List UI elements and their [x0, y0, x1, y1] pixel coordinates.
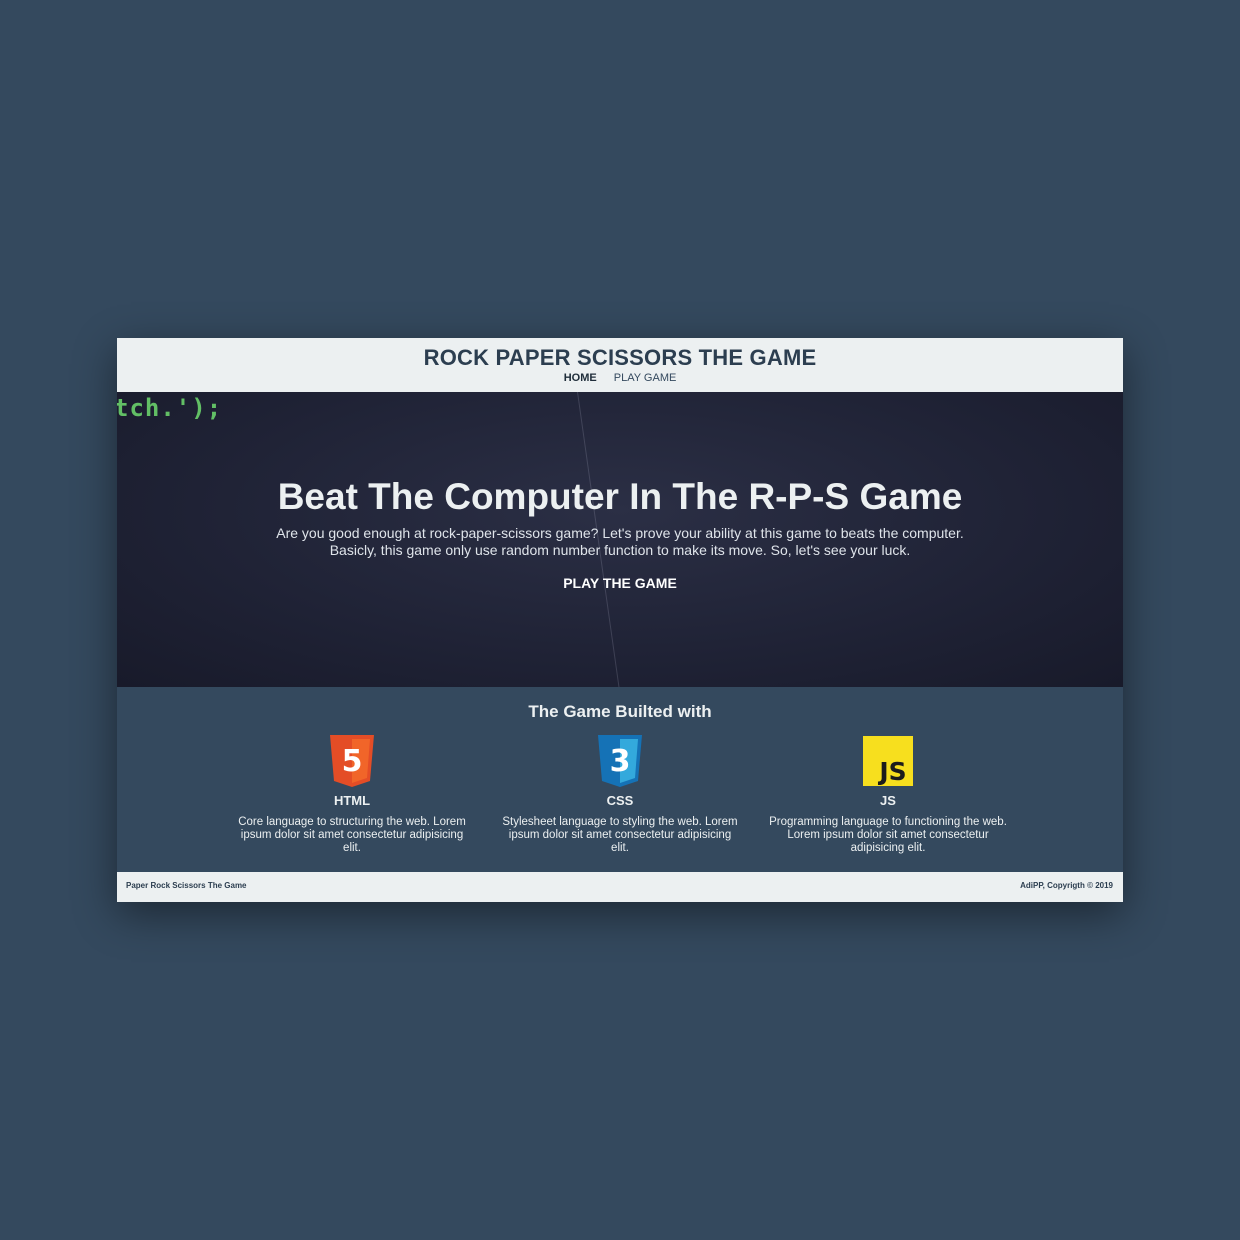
hero-cta-wrap: PLAY THE GAME [117, 575, 1123, 593]
tech-name: HTML [333, 793, 371, 808]
tech-name: JS [880, 793, 896, 808]
tech-name: CSS [606, 793, 634, 808]
site-footer: Paper Rock Scissors The Game AdiPP, Copy… [117, 872, 1123, 902]
website-frame: ROCK PAPER SCISSORS THE GAME HOME PLAY G… [117, 338, 1123, 902]
tech-description: Stylesheet language to styling the web. … [502, 816, 738, 854]
main-nav: HOME PLAY GAME [117, 372, 1123, 384]
built-with-section: The Game Builted with 5 HTML Core langua… [117, 687, 1123, 872]
hero-section: tch.'); Beat The Computer In The R-P-S G… [117, 392, 1123, 687]
css3-icon: 3 [598, 735, 642, 787]
svg-text:5: 5 [342, 744, 363, 779]
nav-home-link[interactable]: HOME [564, 372, 597, 384]
tech-description: Programming language to functioning the … [769, 816, 1007, 854]
hero-description-line-2: Basicly, this game only use random numbe… [329, 542, 911, 558]
footer-site-name: Paper Rock Scissors The Game [126, 881, 247, 890]
hero-title: Beat The Computer In The R-P-S Game [277, 476, 963, 517]
tech-card-js: JS JS Programming language to functionin… [768, 735, 1008, 855]
footer-copyright: AdiPP, Copyrigth © 2019 [1020, 881, 1113, 890]
play-the-game-button[interactable]: PLAY THE GAME [563, 575, 677, 591]
html5-icon: 5 [330, 735, 374, 787]
hero-description-line-1: Are you good enough at rock-paper-scisso… [276, 525, 964, 541]
javascript-icon: JS [863, 736, 913, 786]
hero-description: Are you good enough at rock-paper-scisso… [247, 525, 993, 559]
built-with-title: The Game Builted with [528, 702, 712, 721]
site-title: ROCK PAPER SCISSORS THE GAME [423, 345, 817, 370]
site-header: ROCK PAPER SCISSORS THE GAME HOME PLAY G… [117, 338, 1123, 392]
svg-text:JS: JS [877, 757, 906, 786]
svg-text:3: 3 [610, 744, 631, 779]
tech-description: Core language to structuring the web. Lo… [238, 816, 466, 854]
tech-card-css: 3 CSS Stylesheet language to styling the… [500, 735, 740, 855]
hero-background-code: tch.'); [117, 394, 223, 422]
tech-card-html: 5 HTML Core language to structuring the … [232, 735, 472, 855]
nav-play-game-link[interactable]: PLAY GAME [614, 372, 677, 384]
